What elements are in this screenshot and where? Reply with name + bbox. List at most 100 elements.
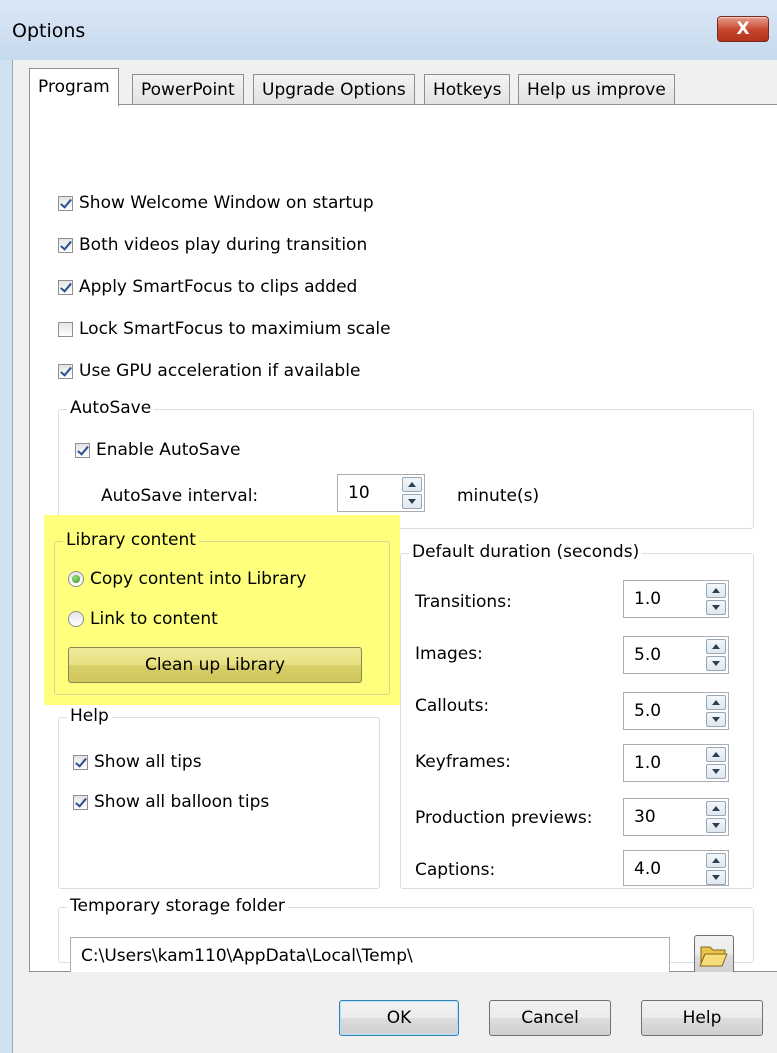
tab-label: Upgrade Options [262,80,406,100]
dialog-button-bar: OK Cancel Help [13,972,777,1053]
option-show-tips[interactable]: Show all tips [73,752,202,772]
close-button[interactable]: X [717,16,769,42]
option-both-videos[interactable]: Both videos play during transition [58,235,367,255]
spin-up-icon[interactable] [706,801,726,816]
spin-up-icon[interactable] [706,853,726,868]
option-show-balloon-tips[interactable]: Show all balloon tips [73,792,269,812]
spin-up-icon[interactable] [402,477,422,492]
autosave-interval-label: AutoSave interval: [101,486,259,506]
window-title: Options [12,20,86,42]
spin-down-icon[interactable] [706,600,726,615]
spinner-arrows [706,853,726,885]
radio-button[interactable] [68,611,84,627]
help-button[interactable]: Help [641,1000,763,1036]
radio-button[interactable] [68,571,84,587]
title-bar[interactable]: Options X [0,0,777,60]
checkbox-label: Enable AutoSave [96,440,241,460]
checkbox[interactable] [58,279,73,295]
captions-spinner[interactable]: 4.0 [623,850,729,886]
spinner-arrows [706,583,726,615]
default-duration-group: Default duration (seconds) Transitions: … [400,542,754,889]
callouts-spinner[interactable]: 5.0 [623,692,729,730]
option-link-content[interactable]: Link to content [68,609,218,629]
checkbox[interactable] [58,363,73,379]
folder-open-icon [699,946,728,967]
spinner-arrows [706,639,726,671]
production-previews-spinner[interactable]: 30 [623,798,729,836]
radio-label: Link to content [90,609,218,629]
checkbox[interactable] [58,321,73,337]
spinner-value: 4.0 [634,859,662,879]
option-copy-content[interactable]: Copy content into Library [68,569,306,589]
checkbox-label: Both videos play during transition [79,235,368,255]
option-show-welcome[interactable]: Show Welcome Window on startup [58,193,374,213]
spin-down-icon[interactable] [402,494,422,509]
temp-folder-path-input[interactable]: C:\Users\kam110\AppData\Local\Temp\ [70,937,670,973]
tab-powerpoint[interactable]: PowerPoint [132,74,244,104]
spin-up-icon[interactable] [706,639,726,654]
checkbox[interactable] [75,442,90,458]
spin-down-icon[interactable] [706,870,726,885]
spinner-value: 1.0 [634,753,662,773]
spinner-value: 30 [634,807,656,827]
library-legend: Library content [63,530,199,550]
autosave-interval-spinner[interactable]: 10 [337,474,425,512]
ok-button[interactable]: OK [339,1000,459,1036]
spinner-arrows [706,695,726,727]
keyframes-spinner[interactable]: 1.0 [623,744,729,782]
spinner-value: 5.0 [634,701,662,721]
spin-down-icon[interactable] [706,818,726,833]
help-group: Help Show all tips Show all balloon tips [58,706,380,889]
cancel-button[interactable]: Cancel [489,1000,611,1036]
checkbox[interactable] [73,794,88,810]
keyframes-label: Keyframes: [415,752,511,772]
browse-folder-button[interactable] [694,935,734,975]
clean-up-library-button[interactable]: Clean up Library [68,647,362,683]
checkbox-label: Use GPU acceleration if available [79,361,361,381]
option-enable-autosave[interactable]: Enable AutoSave [75,440,241,460]
spin-down-icon[interactable] [706,712,726,727]
transitions-spinner[interactable]: 1.0 [623,580,729,618]
option-lock-smartfocus[interactable]: Lock SmartFocus to maximium scale [58,319,391,339]
spin-down-icon[interactable] [706,764,726,779]
checkbox-label: Lock SmartFocus to maximium scale [79,319,391,339]
help-legend: Help [67,706,112,726]
tab-strip: Program PowerPoint Upgrade Options Hotke… [13,60,777,106]
spinner-value: 10 [348,483,370,503]
spin-up-icon[interactable] [706,583,726,598]
radio-label: Copy content into Library [90,569,307,589]
tab-label: Help us improve [527,80,666,100]
autosave-group: AutoSave Enable AutoSave AutoSave interv… [58,398,754,529]
spin-down-icon[interactable] [706,656,726,671]
captions-label: Captions: [415,860,496,880]
checkbox[interactable] [73,754,88,770]
dialog-client: Program PowerPoint Upgrade Options Hotke… [12,60,777,1053]
tab-program[interactable]: Program [29,68,119,106]
images-label: Images: [415,644,483,664]
option-apply-smartfocus[interactable]: Apply SmartFocus to clips added [58,277,357,297]
close-icon: X [736,19,750,39]
checkbox[interactable] [58,195,73,211]
tab-hotkeys[interactable]: Hotkeys [424,74,511,104]
spin-up-icon[interactable] [706,695,726,710]
transitions-label: Transitions: [415,592,512,612]
tab-label: PowerPoint [141,80,235,100]
spinner-arrows [706,801,726,833]
option-gpu-acceleration[interactable]: Use GPU acceleration if available [58,361,360,381]
autosave-unit-label: minute(s) [457,486,540,506]
spin-up-icon[interactable] [706,747,726,762]
temp-folder-legend: Temporary storage folder [67,896,288,916]
tab-label: Program [38,77,110,97]
duration-legend: Default duration (seconds) [409,542,643,562]
checkbox-label: Show Welcome Window on startup [79,193,374,213]
spinner-arrows [706,747,726,779]
images-spinner[interactable]: 5.0 [623,636,729,674]
checkbox[interactable] [58,237,73,253]
checkbox-label: Show all balloon tips [94,792,270,812]
tab-upgrade-options[interactable]: Upgrade Options [253,74,415,104]
tab-help-us-improve[interactable]: Help us improve [518,74,675,104]
program-panel: Show Welcome Window on startup Both vide… [29,104,777,975]
library-highlight: Library content Copy content into Librar… [44,515,400,705]
checkbox-label: Apply SmartFocus to clips added [79,277,358,297]
callouts-label: Callouts: [415,696,490,716]
